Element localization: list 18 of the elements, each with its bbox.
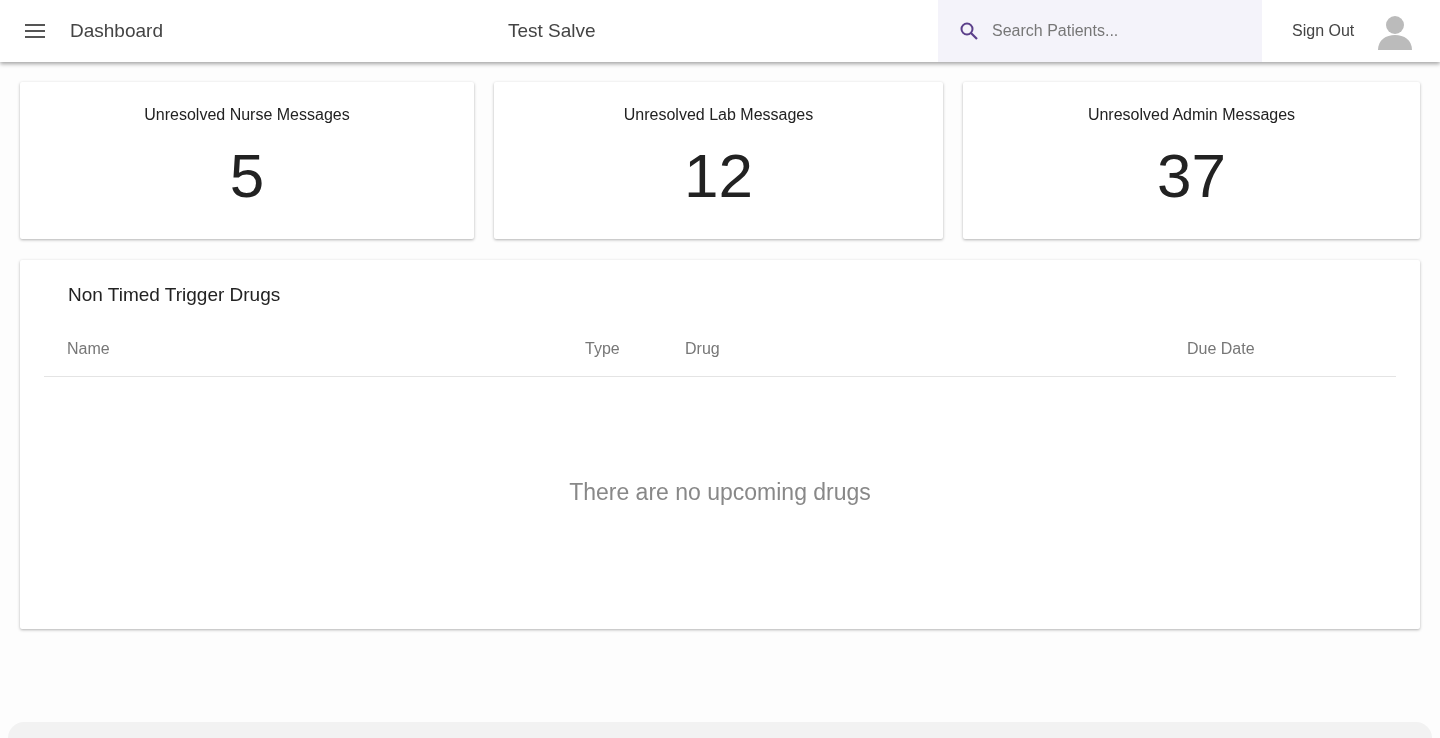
stat-label: Unresolved Lab Messages — [623, 106, 814, 124]
search-field[interactable]: Search Patients... — [938, 0, 1262, 62]
stat-label: Unresolved Nurse Messages — [144, 106, 350, 124]
column-header: Drug — [685, 340, 721, 358]
column-header: Type — [585, 340, 621, 358]
stat-label: Unresolved Admin Messages — [1087, 106, 1296, 124]
stat-value: 5 — [229, 140, 265, 211]
sign-out-button[interactable]: Sign Out — [1292, 22, 1355, 40]
page-title: Dashboard — [70, 20, 164, 42]
column-header: Name — [67, 340, 111, 358]
column-header: Due Date — [1187, 340, 1256, 358]
menu-button[interactable] — [25, 24, 45, 38]
app-name: Test Salve — [508, 20, 597, 42]
stat-value: 12 — [684, 140, 753, 211]
table-title: Non Timed Trigger Drugs — [67, 284, 282, 306]
search-icon — [960, 22, 978, 40]
stat-value: 37 — [1157, 140, 1226, 211]
empty-message: There are no upcoming drugs — [568, 479, 872, 506]
